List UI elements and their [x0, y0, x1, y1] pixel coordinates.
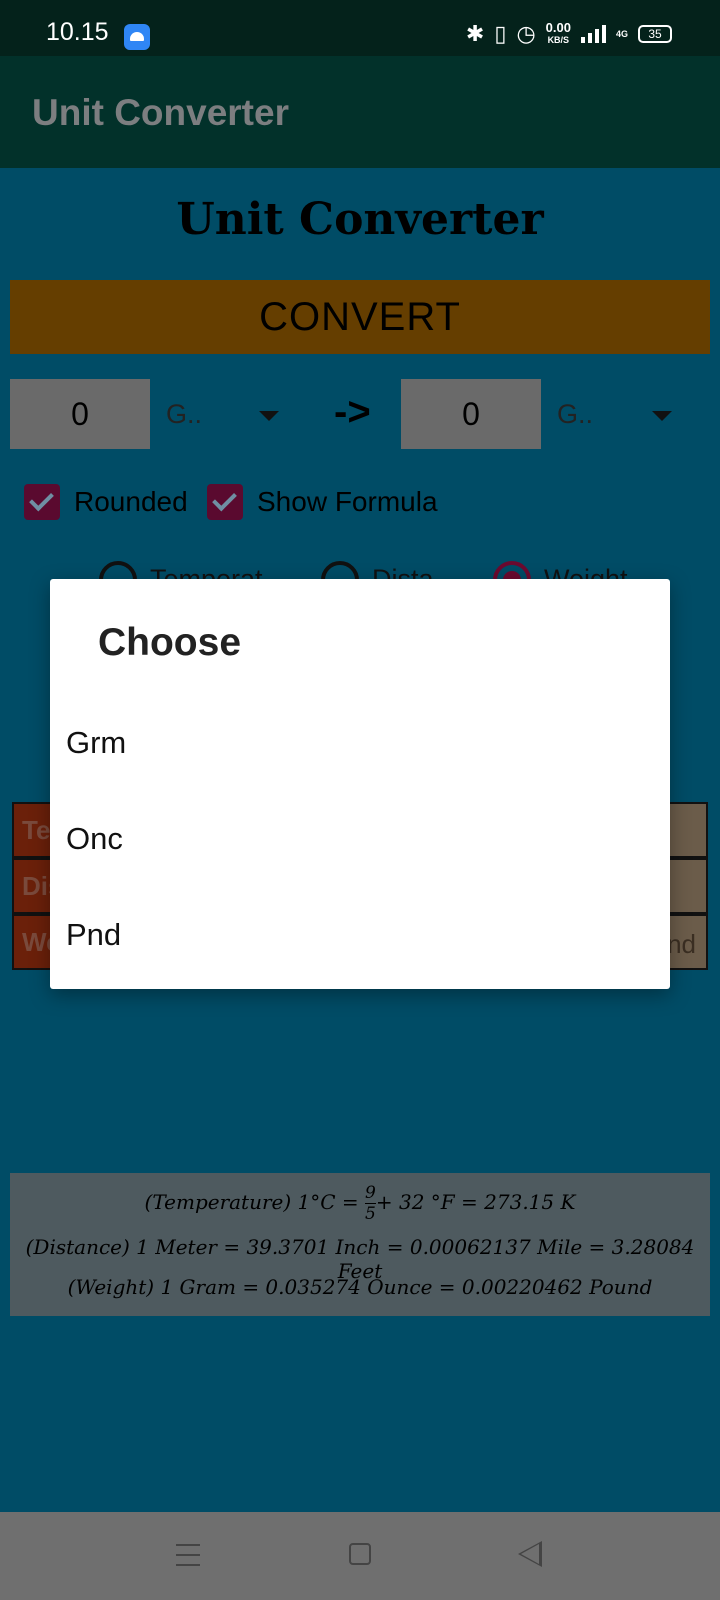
navigation-bar	[0, 1512, 720, 1600]
home-icon[interactable]	[349, 1543, 371, 1565]
option-pnd[interactable]: Pnd	[50, 887, 670, 983]
choose-unit-dialog: Choose Grm Onc Pnd	[50, 579, 670, 989]
menu-icon[interactable]	[176, 1544, 200, 1566]
back-icon[interactable]	[518, 1541, 542, 1567]
dialog-title: Choose	[98, 621, 242, 664]
option-onc[interactable]: Onc	[50, 791, 670, 887]
option-grm[interactable]: Grm	[50, 695, 670, 791]
